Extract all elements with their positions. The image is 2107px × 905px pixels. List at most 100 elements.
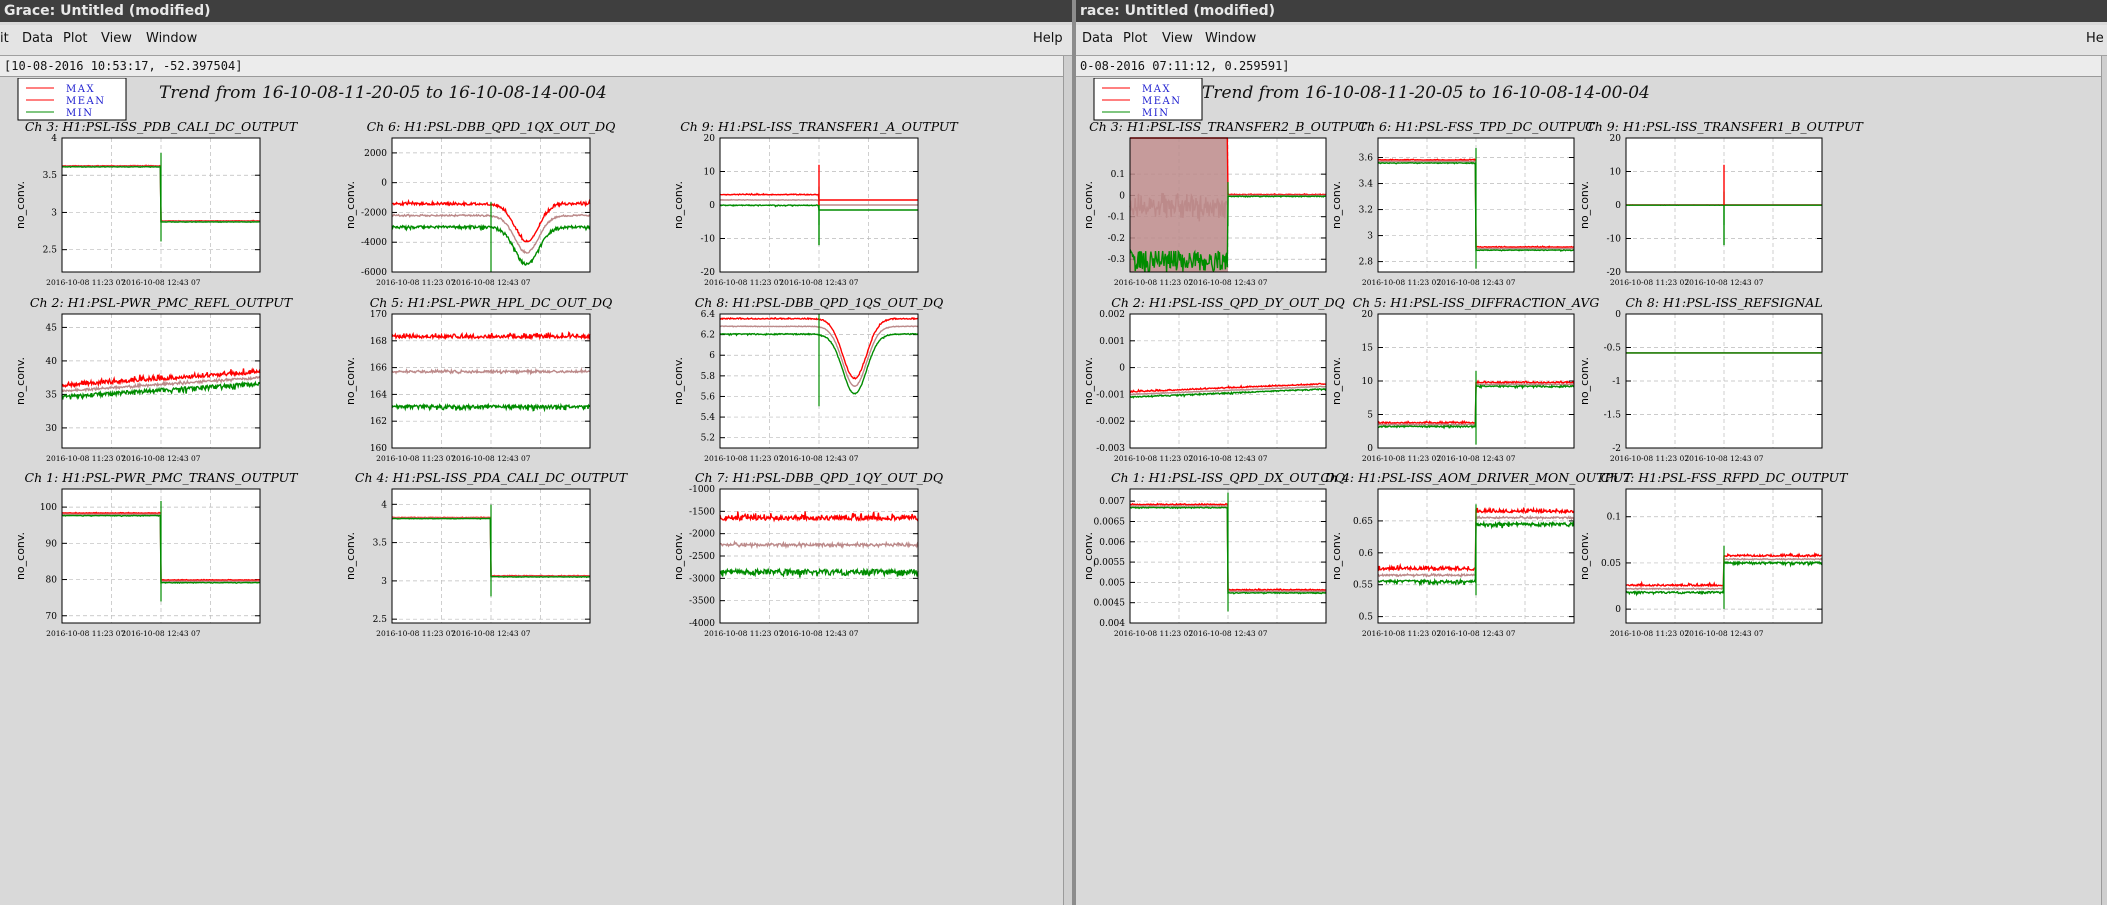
y-tick-label: -10 bbox=[1607, 235, 1622, 245]
y-tick-label: 0.0065 bbox=[1094, 517, 1126, 527]
y-tick-label: 0.55 bbox=[1353, 581, 1373, 591]
trend-title: Trend from 16-10-08-11-20-05 to 16-10-08… bbox=[159, 83, 607, 103]
y-axis-label: no_conv. bbox=[14, 357, 27, 405]
y-tick-label: 5 bbox=[1367, 411, 1373, 421]
y-tick-label: 40 bbox=[46, 357, 58, 367]
menu-data[interactable]: Data bbox=[1082, 31, 1113, 46]
y-tick-label: 0.002 bbox=[1099, 310, 1125, 320]
y-tick-label: 3 bbox=[1367, 232, 1373, 242]
menu-file[interactable]: it bbox=[0, 31, 9, 46]
menu-plot[interactable]: Plot bbox=[63, 31, 88, 46]
y-tick-label: 4 bbox=[51, 134, 57, 144]
x-tick-label: 2016-10-08 12:43 07 bbox=[121, 454, 200, 463]
y-tick-label: 10 bbox=[1362, 377, 1374, 387]
y-tick-label: -20 bbox=[701, 268, 716, 278]
x-tick-label: 2016-10-08 12:43 07 bbox=[121, 278, 200, 287]
chart-title: Ch 4: H1:PSL-ISS_PDA_CALI_DC_OUTPUT bbox=[355, 470, 629, 485]
y-tick-label: 80 bbox=[46, 576, 58, 586]
y-tick-label: 2.5 bbox=[43, 246, 58, 256]
legend-label: MAX bbox=[66, 84, 95, 95]
menu-help[interactable]: He bbox=[2086, 31, 2104, 46]
plot-canvas[interactable]: MAX MEAN MIN Trend from 16-10-08-11-20-05 t… bbox=[4, 78, 1062, 905]
x-tick-label: 2016-10-08 11:23 07 bbox=[704, 454, 783, 463]
y-axis-label: no_conv. bbox=[672, 357, 685, 405]
vertical-scrollbar[interactable] bbox=[2101, 56, 2107, 905]
x-tick-label: 2016-10-08 11:23 07 bbox=[1114, 454, 1193, 463]
y-tick-label: 0 bbox=[709, 201, 715, 211]
menu-data[interactable]: Data bbox=[22, 31, 53, 46]
x-tick-label: 2016-10-08 11:23 07 bbox=[1610, 278, 1689, 287]
y-tick-label: -2000 bbox=[361, 208, 387, 218]
coordinate-status: [10-08-2016 10:53:17, -52.397504] bbox=[0, 56, 1072, 77]
legend-label: MEAN bbox=[66, 96, 106, 107]
y-tick-label: 3.5 bbox=[373, 539, 388, 549]
chart-title: Ch 4: H1:PSL-ISS_AOM_DRIVER_MON_OUTPUT bbox=[1320, 470, 1633, 485]
x-tick-label: 2016-10-08 11:23 07 bbox=[376, 629, 455, 638]
x-tick-label: 2016-10-08 11:23 07 bbox=[704, 629, 783, 638]
y-tick-label: 30 bbox=[46, 424, 58, 434]
y-tick-label: 35 bbox=[46, 390, 58, 400]
chart-title: Ch 7: H1:PSL-DBB_QPD_1QY_OUT_DQ bbox=[695, 470, 943, 485]
y-tick-label: 0 bbox=[1119, 191, 1125, 201]
chart-title: Ch 6: H1:PSL-FSS_TPD_DC_OUTPUT bbox=[1357, 119, 1596, 134]
chart-title: Ch 8: H1:PSL-DBB_QPD_1QS_OUT_DQ bbox=[695, 295, 944, 310]
x-tick-label: 2016-10-08 12:43 07 bbox=[1188, 278, 1267, 287]
y-tick-label: -1 bbox=[1612, 377, 1621, 387]
menu-window[interactable]: Window bbox=[146, 31, 197, 46]
x-tick-label: 2016-10-08 11:23 07 bbox=[1114, 278, 1193, 287]
legend-label: MAX bbox=[1142, 84, 1171, 95]
vertical-scrollbar[interactable] bbox=[1063, 56, 1072, 905]
y-tick-label: 160 bbox=[370, 444, 387, 454]
y-tick-label: -0.1 bbox=[1108, 213, 1125, 223]
y-tick-label: 0.005 bbox=[1099, 578, 1125, 588]
y-tick-label: 3 bbox=[51, 208, 57, 218]
y-tick-label: 0.1 bbox=[1607, 513, 1621, 523]
y-axis-label: no_conv. bbox=[1578, 181, 1591, 229]
y-tick-label: -1000 bbox=[689, 485, 715, 495]
y-tick-label: 20 bbox=[704, 134, 716, 144]
y-tick-label: 164 bbox=[370, 390, 387, 400]
chart-panel: Ch 1: H1:PSL-PWR_PMC_TRANS_OUTPUT 100 90 80… bbox=[14, 470, 299, 638]
y-tick-label: -20 bbox=[1607, 268, 1622, 278]
trend-title: Trend from 16-10-08-11-20-05 to 16-10-08… bbox=[1202, 83, 1650, 103]
chart-panel: Ch 5: H1:PSL-PWR_HPL_DC_OUT_DQ170 168 166 1… bbox=[344, 295, 612, 463]
y-tick-label: 0.65 bbox=[1353, 517, 1373, 527]
y-tick-label: 5.8 bbox=[701, 372, 716, 382]
legend-label: MEAN bbox=[1142, 96, 1182, 107]
y-tick-label: 3.4 bbox=[1359, 180, 1374, 190]
y-tick-label: 0 bbox=[1615, 605, 1621, 615]
y-axis-label: no_conv. bbox=[1082, 532, 1095, 580]
x-tick-label: 2016-10-08 11:23 07 bbox=[46, 278, 125, 287]
y-tick-label: -1.5 bbox=[1604, 411, 1622, 421]
x-tick-label: 2016-10-08 11:23 07 bbox=[1610, 454, 1689, 463]
y-tick-label: 0 bbox=[1615, 201, 1621, 211]
y-tick-label: 2000 bbox=[364, 149, 387, 159]
y-tick-label: 0.007 bbox=[1099, 497, 1125, 507]
y-tick-label: -6000 bbox=[361, 268, 387, 278]
y-axis-label: no_conv. bbox=[1330, 181, 1343, 229]
chart-title: Ch 3: H1:PSL-ISS_PDB_CALI_DC_OUTPUT bbox=[25, 119, 299, 134]
menu-window[interactable]: Window bbox=[1205, 31, 1256, 46]
x-tick-label: 2016-10-08 11:23 07 bbox=[1114, 629, 1193, 638]
y-tick-label: 10 bbox=[1610, 168, 1622, 178]
trend-figure-left: MAXMEANMIN Trend from 16-10-08-11-20-05 t… bbox=[14, 78, 959, 638]
menu-help[interactable]: Help bbox=[1033, 31, 1063, 46]
y-tick-label: 90 bbox=[46, 539, 58, 549]
menu-plot[interactable]: Plot bbox=[1123, 31, 1148, 46]
plot-canvas[interactable]: MAX MEAN MIN Trend from 16-10-08-11-20-05 t… bbox=[1080, 78, 2101, 905]
y-tick-label: 0.0045 bbox=[1094, 599, 1126, 609]
chart-panel: Ch 7: H1:PSL-DBB_QPD_1QY_OUT_DQ-1000 -150… bbox=[672, 470, 943, 638]
menu-view[interactable]: View bbox=[1162, 31, 1193, 46]
y-tick-label: 100 bbox=[40, 503, 57, 513]
y-tick-label: 0.1 bbox=[1111, 170, 1125, 180]
menu-view[interactable]: View bbox=[101, 31, 132, 46]
y-axis-label: no_conv. bbox=[1578, 357, 1591, 405]
x-tick-label: 2016-10-08 12:43 07 bbox=[1436, 454, 1515, 463]
y-tick-label: 0 bbox=[1119, 364, 1125, 374]
chart-panel: Ch 6: H1:PSL-DBB_QPD_1QX_OUT_DQ 2000 0 -200… bbox=[344, 119, 615, 287]
y-tick-label: 0.0055 bbox=[1094, 558, 1126, 568]
y-tick-label: -0.003 bbox=[1096, 444, 1125, 454]
x-tick-label: 2016-10-08 12:43 07 bbox=[779, 629, 858, 638]
y-axis-label: no_conv. bbox=[14, 532, 27, 580]
y-axis-label: no_conv. bbox=[344, 532, 357, 580]
